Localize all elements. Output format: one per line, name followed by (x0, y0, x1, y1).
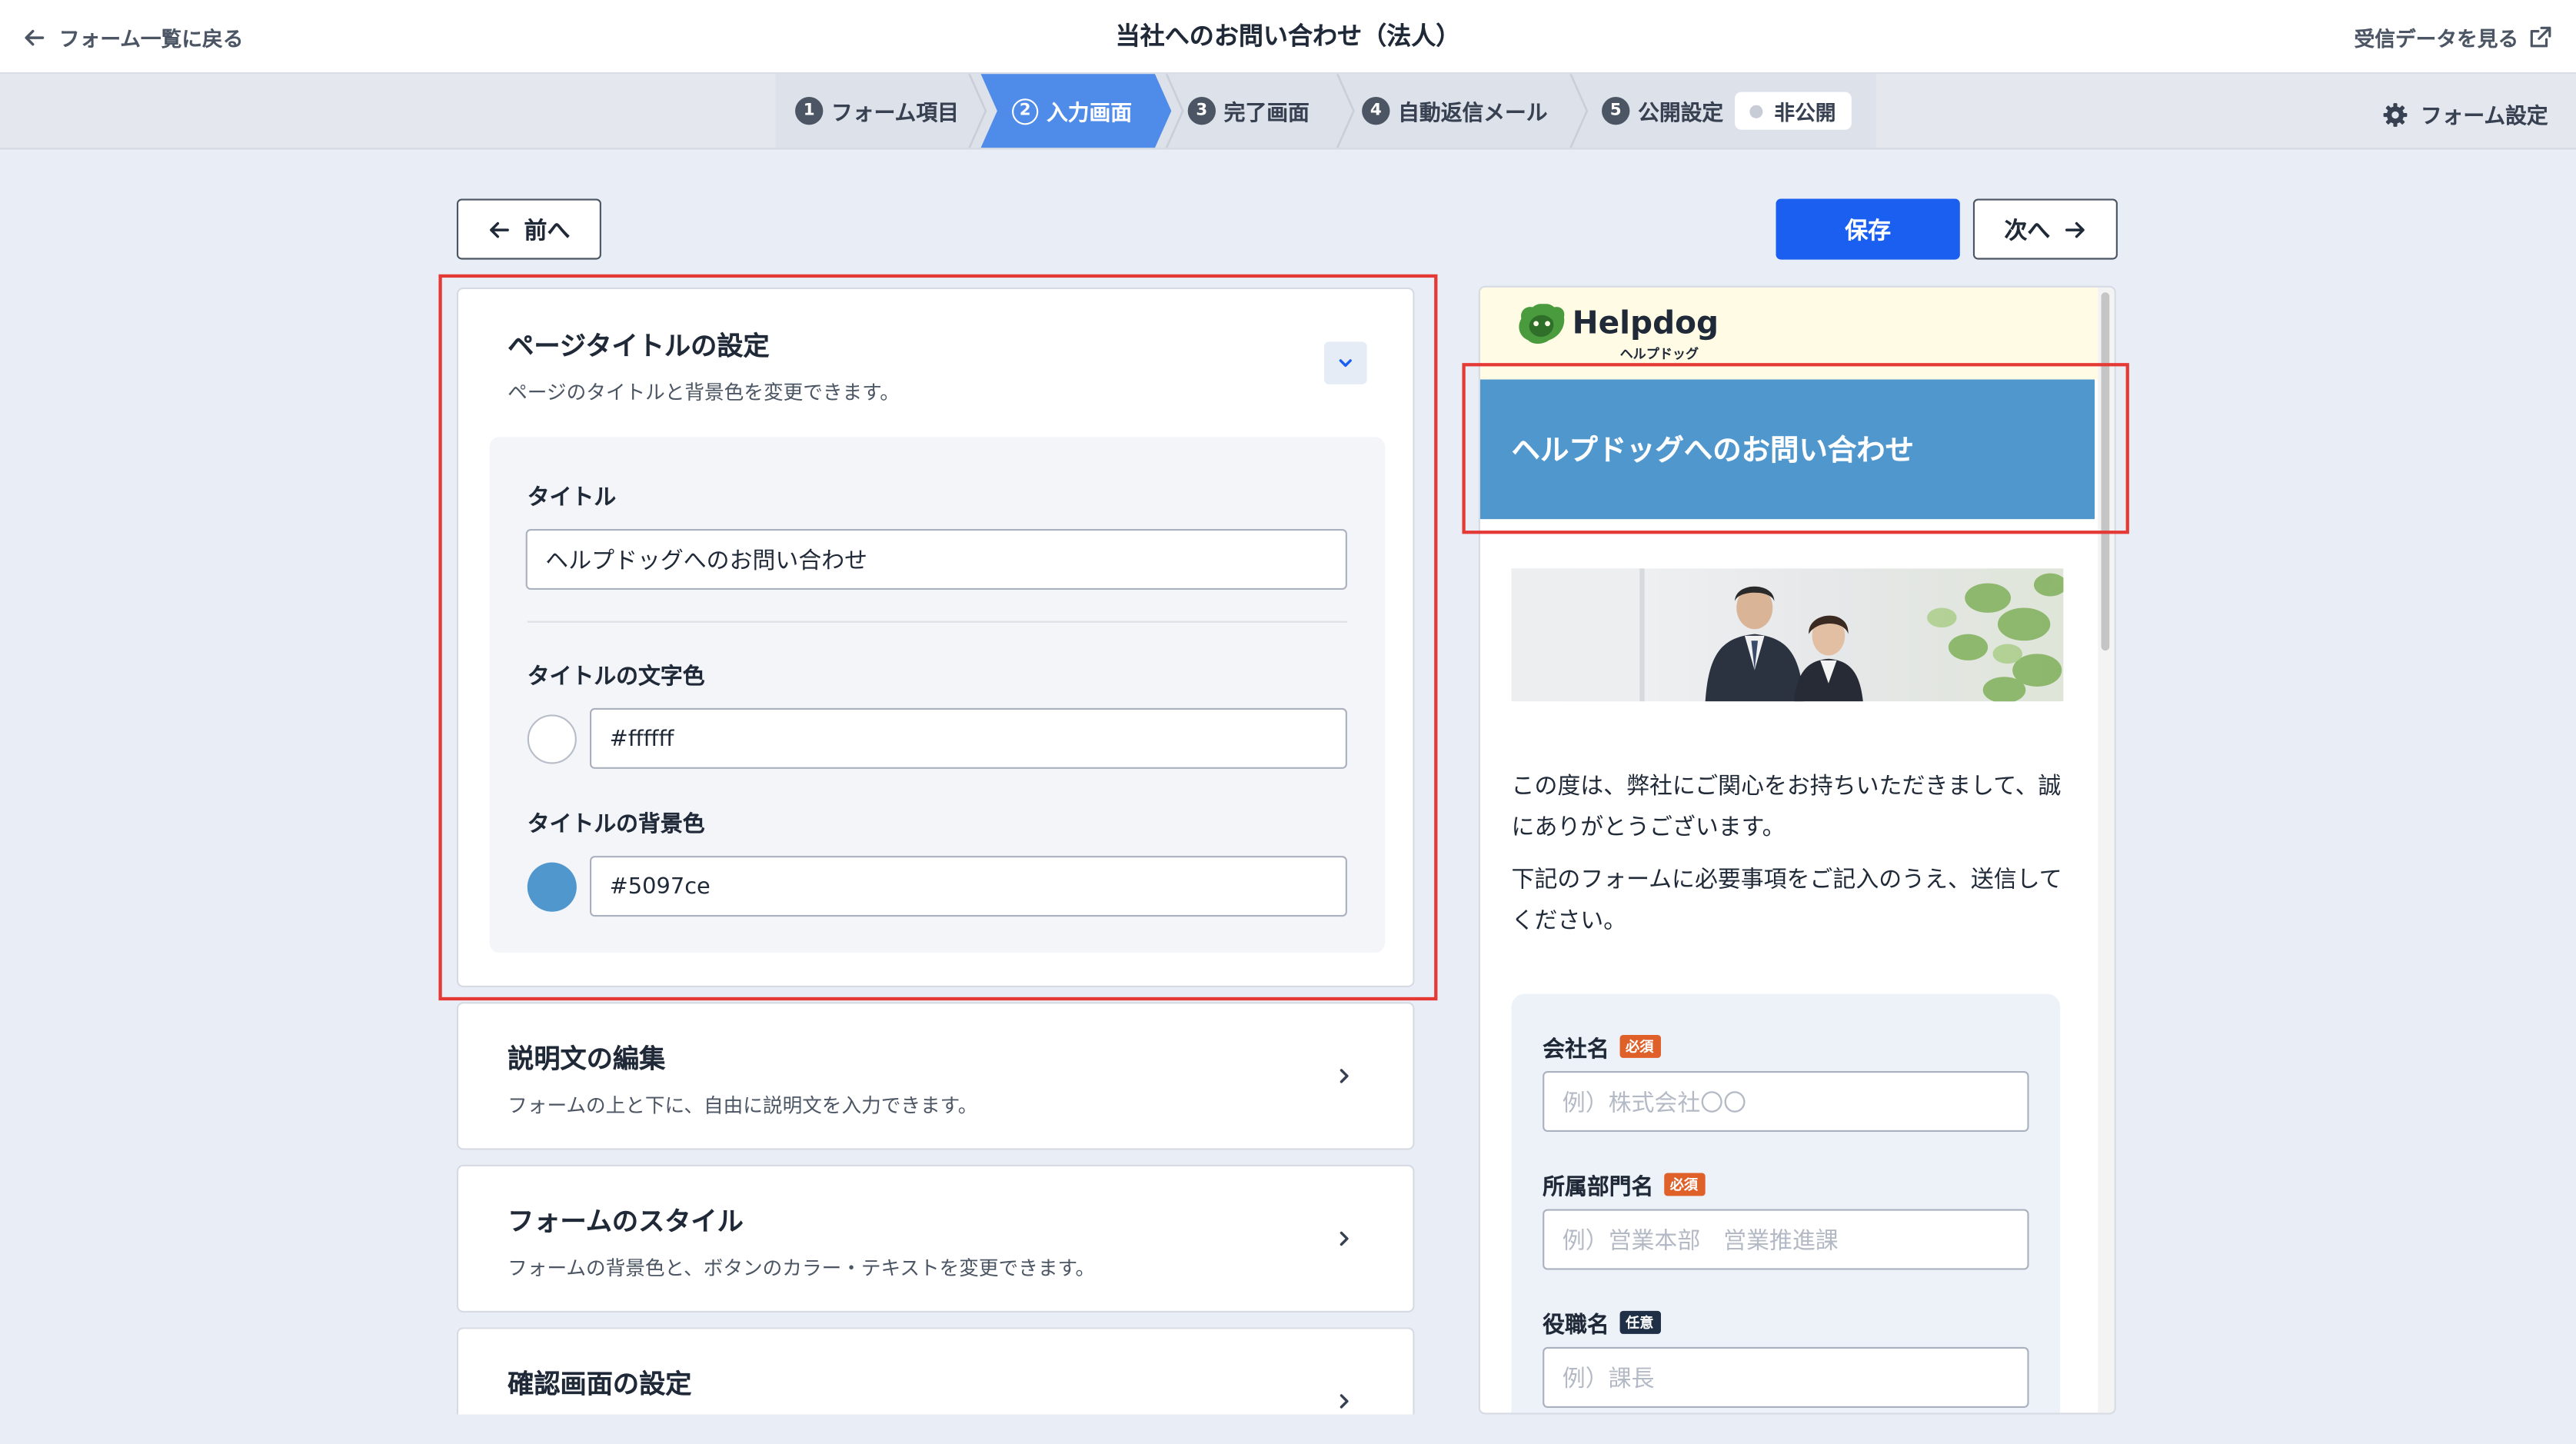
save-label: 保存 (1845, 218, 1892, 245)
step-label: フォーム項目 (831, 101, 959, 127)
highlight-box (438, 274, 1438, 1001)
form-settings-label: フォーム設定 (2420, 105, 2548, 130)
step-number: 1 (795, 97, 824, 125)
step-separator (1569, 74, 1589, 148)
arrow-left-icon (490, 221, 509, 238)
confirm-screen-card[interactable]: 確認画面の設定 (456, 1327, 1415, 1415)
step-number: 4 (1362, 97, 1390, 125)
next-button[interactable]: 次へ (1972, 198, 2118, 260)
gear-icon (2384, 102, 2408, 126)
publish-status-label: 非公開 (1774, 100, 1836, 125)
preview-highlight-box (1462, 363, 2129, 534)
field-label-text: 所属部門名 (1543, 1174, 1654, 1201)
required-badge: 必須 (1663, 1173, 1705, 1196)
steps-bar: 1 フォーム項目 2 入力画面 3 完了画面 4 自動返信メール 5 公開設定 … (0, 74, 2576, 150)
field-label-text: 役職名 (1543, 1313, 1609, 1339)
dog-logo-icon (1519, 304, 1565, 344)
top-bar: フォーム一覧に戻る 当社へのお問い合わせ（法人） 受信データを見る (0, 0, 2576, 75)
department-field-label: 所属部門名 必須 (1543, 1168, 1705, 1201)
external-link-icon (2530, 26, 2551, 48)
department-input[interactable]: 例）営業本部 営業推進課 (1543, 1209, 2029, 1270)
step-label: 公開設定 (1638, 101, 1724, 127)
card-title: 確認画面の設定 (508, 1368, 692, 1400)
form-settings-button[interactable]: フォーム設定 (2383, 98, 2548, 130)
company-input[interactable]: 例）株式会社〇〇 (1543, 1070, 2029, 1133)
publish-status-badge: 非公開 (1735, 91, 1851, 130)
chevron-right-icon (1340, 1231, 1349, 1246)
required-badge: 必須 (1619, 1034, 1660, 1058)
intro-text-1: この度は、弊社にご関心をお持ちいただきまして、誠にありがとうございます。 (1511, 774, 2062, 841)
intro-text-2: 下記のフォームに必要事項をご記入のうえ、送信してください。 (1511, 867, 2062, 935)
step-label: 入力画面 (1046, 101, 1133, 127)
prev-button[interactable]: 前へ (456, 198, 601, 260)
position-field-label: 役職名 任意 (1543, 1306, 1660, 1339)
status-dot (1749, 104, 1763, 118)
description-edit-card[interactable]: 説明文の編集 フォームの上と下に、自由に説明文を入力できます。 (456, 1002, 1415, 1150)
step-label: 自動返信メール (1398, 101, 1548, 127)
preview-form: 会社名 必須 例）株式会社〇〇 所属部門名 必須 例）営業本部 営業推進課 役職… (1511, 993, 2061, 1413)
business-people-photo (1511, 568, 2064, 702)
step-input-screen[interactable]: 2 入力画面 (1012, 74, 1132, 148)
company-field-label: 会社名 必須 (1543, 1030, 1660, 1063)
step-auto-reply-mail[interactable]: 4 自動返信メール (1362, 74, 1548, 148)
card-title: フォームのスタイル (508, 1206, 744, 1237)
step-navigation: 1 フォーム項目 2 入力画面 3 完了画面 4 自動返信メール 5 公開設定 … (775, 74, 1876, 148)
step-separator (1165, 74, 1184, 148)
prev-label: 前へ (524, 218, 571, 245)
step-separator (968, 74, 987, 148)
chevron-right-icon (1340, 1394, 1349, 1409)
arrow-right-icon (2065, 221, 2085, 238)
card-description: フォームの背景色と、ボタンのカラー・テキストを変更できます。 (508, 1256, 1096, 1280)
next-label: 次へ (2004, 218, 2051, 245)
position-input[interactable]: 例）課長 (1543, 1346, 2029, 1408)
step-number: 2 (1012, 98, 1039, 125)
step-number: 5 (1602, 97, 1630, 125)
step-complete-screen[interactable]: 3 完了画面 (1187, 74, 1310, 148)
step-separator (1336, 74, 1355, 148)
field-label-text: 会社名 (1543, 1036, 1609, 1063)
view-responses-link[interactable]: 受信データを見る (2355, 22, 2554, 53)
step-publish-settings[interactable]: 5 公開設定 (1602, 74, 1723, 148)
logo-subtext: ヘルプドッグ (1619, 346, 1699, 362)
form-style-card[interactable]: フォームのスタイル フォームの背景色と、ボタンのカラー・テキストを変更できます。 (456, 1164, 1415, 1313)
step-number: 3 (1187, 97, 1216, 125)
card-description: フォームの上と下に、自由に説明文を入力できます。 (508, 1093, 978, 1117)
step-form-items[interactable]: 1 フォーム項目 (795, 74, 959, 148)
card-title: 説明文の編集 (508, 1043, 666, 1075)
step-label: 完了画面 (1223, 101, 1310, 127)
logo-text: Helpdog (1572, 305, 1719, 342)
page-title: 当社へのお問い合わせ（法人） (1115, 21, 1461, 52)
view-responses-label: 受信データを見る (2354, 26, 2519, 52)
optional-badge: 任意 (1619, 1310, 1660, 1334)
save-button[interactable]: 保存 (1776, 198, 1960, 260)
chevron-right-icon (1340, 1069, 1349, 1083)
